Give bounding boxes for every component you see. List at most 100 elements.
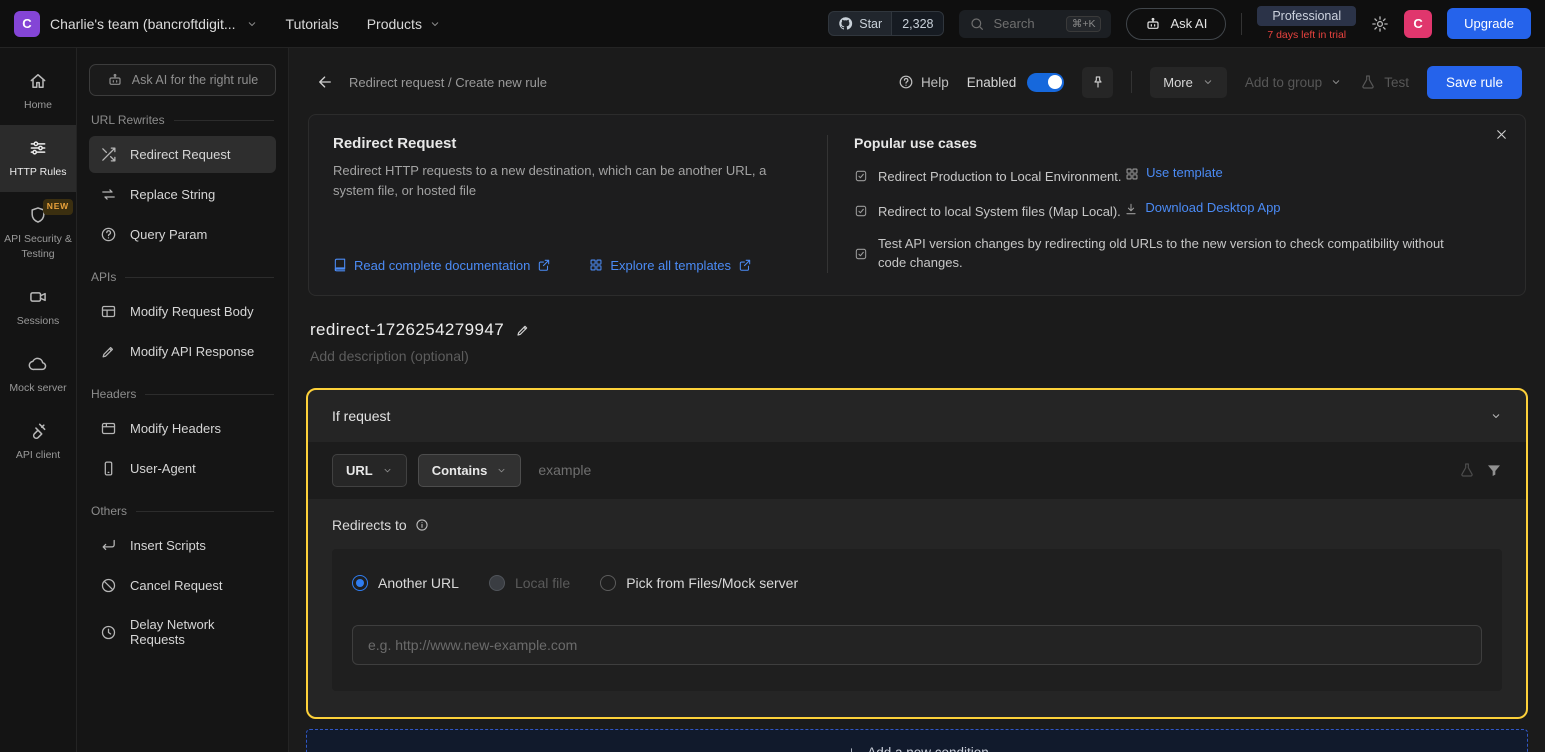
use-case-text: Test API version changes by redirecting … <box>878 234 1475 273</box>
rail-item-mock-server[interactable]: Mock server <box>0 341 76 408</box>
ask-ai-for-rule-label: Ask AI for the right rule <box>132 73 258 87</box>
sidebar-item-redirect-request[interactable]: Redirect Request <box>89 136 276 173</box>
sidebar-item-label: User-Agent <box>130 461 196 476</box>
plan-trial-countdown: 7 days left in trial <box>1267 29 1346 41</box>
back-arrow-button[interactable] <box>316 73 334 91</box>
sidebar-item-modify-headers[interactable]: Modify Headers <box>89 410 276 447</box>
chevron-down-icon <box>496 465 507 476</box>
chevron-down-icon <box>429 18 441 30</box>
use-template-link[interactable]: Use template <box>1125 163 1223 183</box>
external-link-icon <box>738 258 752 272</box>
swap-arrows-icon <box>100 186 117 203</box>
sidebar-item-insert-scripts[interactable]: Insert Scripts <box>89 527 276 564</box>
robot-icon <box>107 72 123 88</box>
chevron-down-icon <box>246 18 258 30</box>
table-icon <box>100 303 117 320</box>
github-star-label: Star <box>859 17 882 31</box>
rail-item-label: Mock server <box>9 381 66 395</box>
radio-pick-from-files[interactable]: Pick from Files/Mock server <box>600 575 798 591</box>
source-condition-row: URL Contains <box>308 442 1526 499</box>
check-square-icon <box>854 236 868 273</box>
flask-icon <box>1360 74 1376 90</box>
close-icon[interactable] <box>1494 127 1509 147</box>
rule-info-card: Redirect Request Redirect HTTP requests … <box>308 114 1526 296</box>
rule-name[interactable]: redirect-1726254279947 <box>310 320 504 340</box>
enabled-label: Enabled <box>967 75 1017 90</box>
download-desktop-app-link[interactable]: Download Desktop App <box>1124 198 1280 218</box>
settings-gear-button[interactable] <box>1371 15 1389 33</box>
radio-another-url[interactable]: Another URL <box>352 575 459 591</box>
use-case-item: Redirect to local System files (Map Loca… <box>854 198 1475 221</box>
sidebar-item-delay-network-requests[interactable]: Delay Network Requests <box>89 607 276 657</box>
plan-badge: Professional 7 days left in trial <box>1257 6 1356 41</box>
if-request-title: If request <box>332 408 390 424</box>
home-icon <box>28 71 48 91</box>
chevron-down-icon <box>1202 76 1214 88</box>
source-value-input[interactable] <box>532 458 1448 482</box>
check-square-icon <box>854 200 868 221</box>
rail-item-api-client[interactable]: API client <box>0 408 76 475</box>
rule-description-placeholder[interactable]: Add description (optional) <box>310 348 1524 364</box>
sidebar-item-query-param[interactable]: Query Param <box>89 216 276 253</box>
ban-icon <box>100 577 117 594</box>
user-avatar[interactable]: C <box>1404 10 1432 38</box>
plug-icon <box>28 421 48 441</box>
ask-ai-button[interactable]: Ask AI <box>1126 8 1226 40</box>
main-content: Redirect request / Create new rule Help … <box>289 48 1545 752</box>
test-label: Test <box>1384 75 1409 90</box>
source-operator-dropdown[interactable]: Contains <box>418 454 522 487</box>
sidebar-item-modify-request-body[interactable]: Modify Request Body <box>89 293 276 330</box>
robot-icon <box>1145 16 1161 32</box>
edit-pencil-icon[interactable] <box>515 322 531 338</box>
rail-item-label: API Security & Testing <box>4 232 72 260</box>
sidebar-item-label: Redirect Request <box>130 147 230 162</box>
help-button[interactable]: Help <box>898 74 949 90</box>
save-rule-button[interactable]: Save rule <box>1427 66 1522 99</box>
global-search[interactable]: Search ⌘+K <box>959 10 1111 38</box>
test-button[interactable]: Test <box>1360 74 1409 90</box>
github-star-widget[interactable]: Star 2,328 <box>828 11 944 36</box>
plus-icon <box>845 746 858 752</box>
sidebar-item-replace-string[interactable]: Replace String <box>89 176 276 213</box>
radio-label: Another URL <box>378 575 459 591</box>
ask-ai-for-rule-button[interactable]: Ask AI for the right rule <box>89 64 276 96</box>
enabled-toggle[interactable] <box>1027 73 1064 92</box>
rail-item-sessions[interactable]: Sessions <box>0 274 76 341</box>
if-request-header[interactable]: If request <box>308 390 1526 442</box>
workspace-switcher[interactable]: C Charlie's team (bancroftdigit... <box>14 11 258 37</box>
templates-link-label: Explore all templates <box>610 258 731 273</box>
sidebar-item-user-agent[interactable]: User-Agent <box>89 450 276 487</box>
filter-funnel-icon[interactable] <box>1486 462 1502 478</box>
rail-item-http-rules[interactable]: HTTP Rules <box>0 125 76 192</box>
enabled-control: Enabled <box>967 73 1065 92</box>
rail-item-home[interactable]: Home <box>0 58 76 125</box>
add-to-group-dropdown[interactable]: Add to group <box>1245 75 1342 90</box>
sidebar-item-label: Modify API Response <box>130 344 254 359</box>
return-arrow-icon <box>100 537 117 554</box>
use-case-item: Redirect Production to Local Environment… <box>854 163 1475 186</box>
radio-local-file[interactable]: Local file <box>489 575 570 591</box>
shuffle-icon <box>100 146 117 163</box>
window-icon <box>100 420 117 437</box>
sidebar-item-cancel-request[interactable]: Cancel Request <box>89 567 276 604</box>
add-new-condition-button[interactable]: Add a new condition <box>306 729 1528 752</box>
use-case-text: Redirect Production to Local Environment… <box>878 169 1122 184</box>
pin-button[interactable] <box>1082 67 1113 98</box>
nav-products[interactable]: Products <box>367 16 441 32</box>
upgrade-button[interactable]: Upgrade <box>1447 8 1531 39</box>
nav-tutorials[interactable]: Tutorials <box>286 16 339 32</box>
info-circle-icon[interactable] <box>415 518 429 532</box>
ask-ai-label: Ask AI <box>1170 16 1207 31</box>
download-icon <box>1124 202 1138 216</box>
workspace-name: Charlie's team (bancroftdigit... <box>50 16 236 32</box>
rail-item-label: API client <box>16 448 60 462</box>
rail-item-api-security[interactable]: NEW API Security & Testing <box>0 192 76 273</box>
source-key-dropdown[interactable]: URL <box>332 454 407 487</box>
destination-url-input[interactable] <box>352 625 1482 665</box>
documentation-link-label: Read complete documentation <box>354 258 530 273</box>
sliders-icon <box>28 138 48 158</box>
more-dropdown[interactable]: More <box>1150 67 1227 98</box>
sidebar-item-modify-api-response[interactable]: Modify API Response <box>89 333 276 370</box>
documentation-link[interactable]: Read complete documentation <box>333 258 551 273</box>
templates-link[interactable]: Explore all templates <box>589 258 752 273</box>
